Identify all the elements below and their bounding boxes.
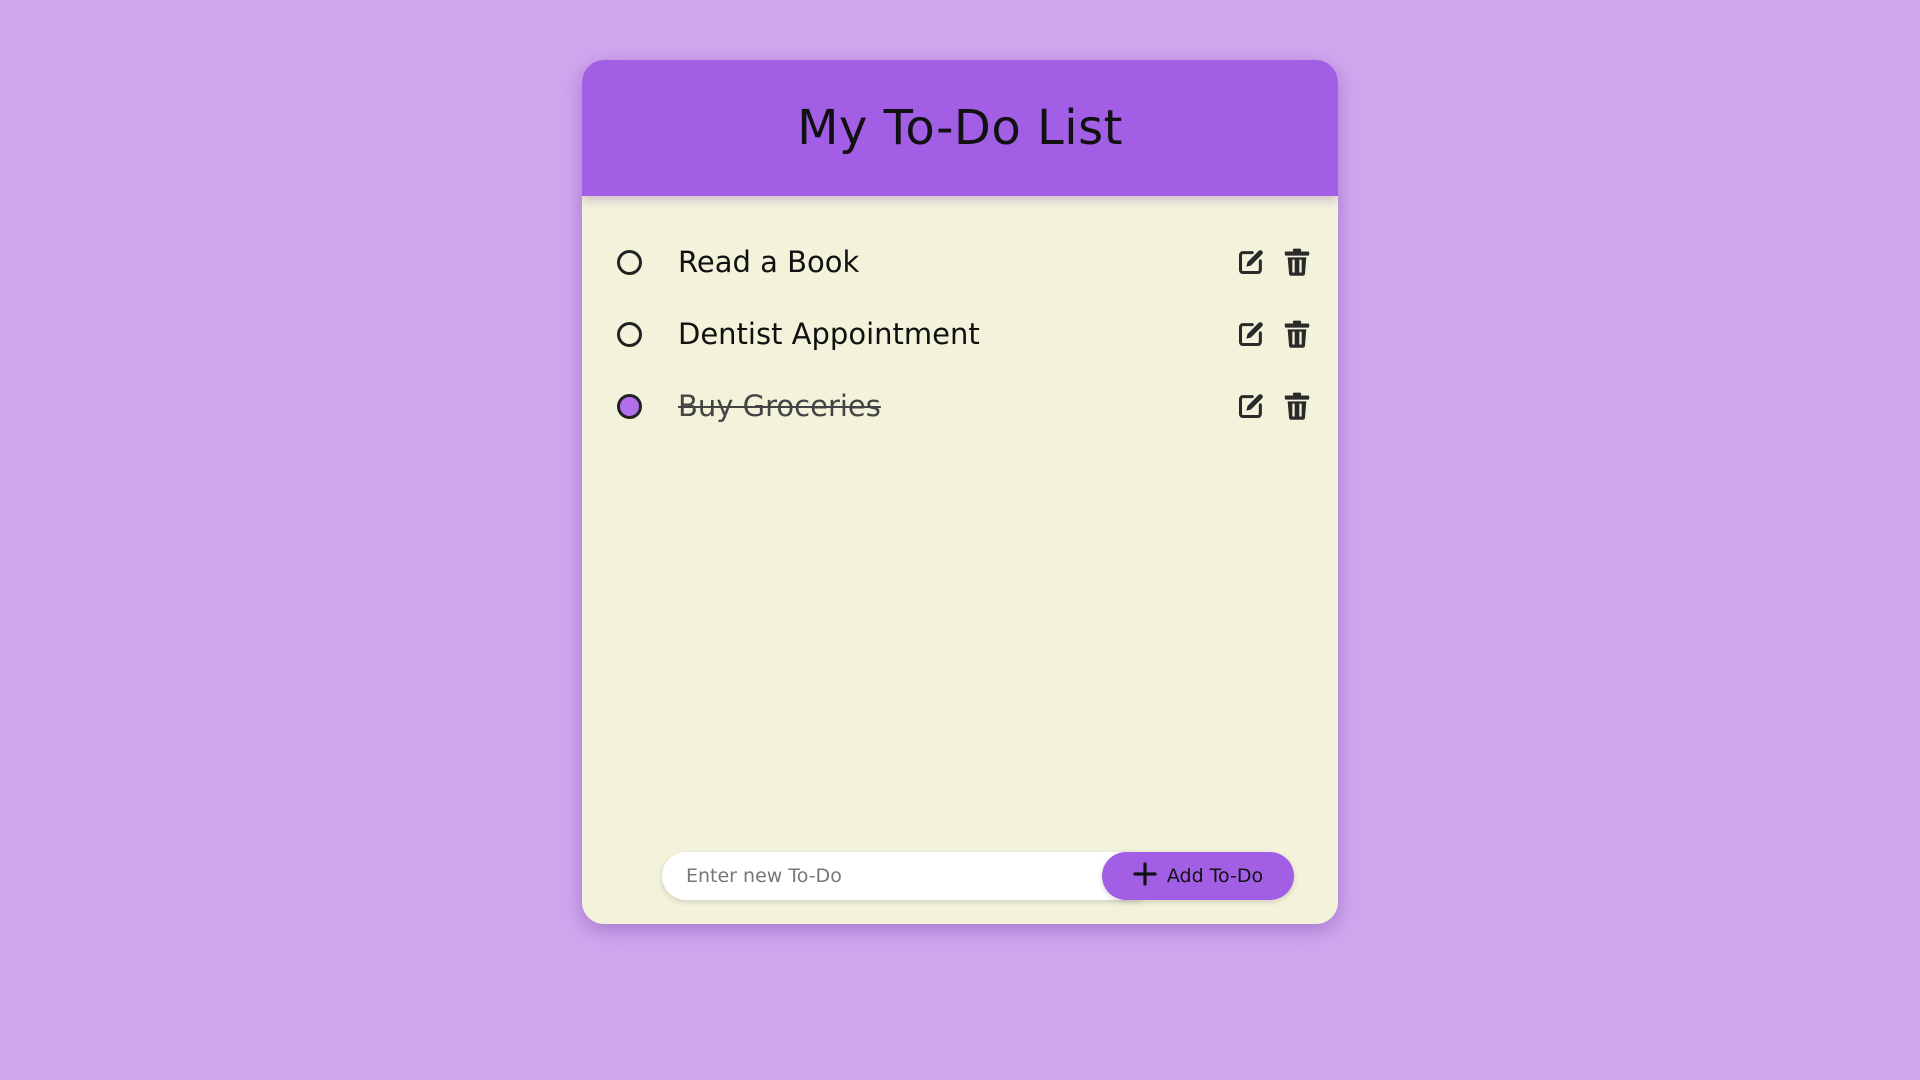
todo-label: Read a Book: [678, 245, 860, 279]
todo-checkbox[interactable]: [617, 321, 642, 347]
todo-actions: [1236, 391, 1312, 421]
todo-item: Read a Book: [582, 226, 1338, 298]
trash-icon[interactable]: [1282, 319, 1312, 349]
add-todo-button-label: Add To-Do: [1166, 865, 1264, 887]
edit-icon[interactable]: [1236, 247, 1266, 277]
todo-item: Buy Groceries: [582, 370, 1338, 442]
plus-icon: [1133, 861, 1157, 891]
todo-label: Dentist Appointment: [678, 317, 980, 351]
todo-list: Read a Book Dentist Appointment Buy Groc…: [582, 226, 1338, 442]
todo-checkbox[interactable]: [617, 249, 642, 275]
add-todo-form: Add To-Do: [662, 852, 1296, 900]
new-todo-input[interactable]: [662, 852, 1142, 900]
todo-card: My To-Do List Read a Book Dentist Appoin…: [582, 60, 1338, 924]
edit-icon[interactable]: [1236, 391, 1266, 421]
todo-actions: [1236, 247, 1312, 277]
todo-checkbox-checked[interactable]: [617, 393, 642, 419]
trash-icon[interactable]: [1282, 391, 1312, 421]
card-header: My To-Do List: [582, 60, 1338, 196]
todo-item: Dentist Appointment: [582, 298, 1338, 370]
add-todo-button[interactable]: Add To-Do: [1102, 852, 1294, 900]
todo-label: Buy Groceries: [678, 389, 881, 423]
trash-icon[interactable]: [1282, 247, 1312, 277]
edit-icon[interactable]: [1236, 319, 1266, 349]
page-title: My To-Do List: [797, 100, 1123, 156]
todo-actions: [1236, 319, 1312, 349]
